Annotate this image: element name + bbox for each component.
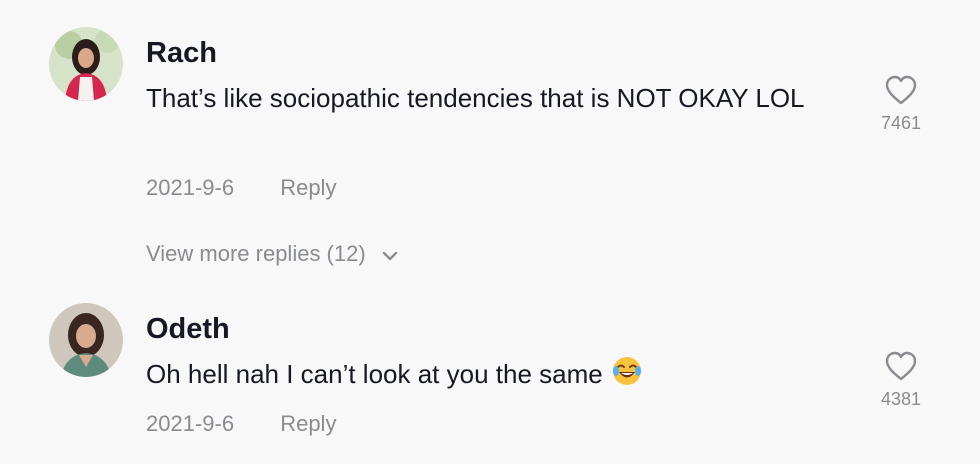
like-button[interactable]: 4381 — [868, 350, 934, 410]
comment-item: Odeth Oh hell nah I can’t look at you th… — [0, 290, 980, 464]
heart-icon — [885, 75, 917, 105]
face-with-tears-of-joy-icon — [611, 355, 643, 398]
reply-button[interactable]: Reply — [280, 174, 336, 202]
like-button[interactable]: 7461 — [868, 74, 934, 134]
comment-text: Oh hell nah I can’t look at you the same — [146, 354, 846, 398]
comment-text-content: Oh hell nah I can’t look at you the same — [146, 359, 603, 389]
like-count: 4381 — [880, 389, 922, 409]
avatar[interactable] — [49, 303, 123, 377]
comment-author[interactable]: Odeth — [146, 312, 230, 346]
comment-date: 2021-9-6 — [146, 175, 235, 200]
comment-text: That’s like sociopathic tendencies that … — [146, 83, 805, 113]
view-more-label: View more replies (12) — [146, 241, 366, 266]
comment-meta: 2021-9-6 Reply — [146, 174, 336, 202]
comment-item: Rach That’s like sociopathic tendencies … — [0, 0, 980, 230]
chevron-down-icon — [382, 241, 398, 269]
comment-meta: 2021-9-6 Reply — [146, 410, 336, 438]
comment-author[interactable]: Rach — [146, 36, 217, 70]
avatar[interactable] — [49, 27, 123, 101]
like-count: 7461 — [880, 113, 922, 133]
comment-date: 2021-9-6 — [146, 411, 235, 436]
view-more-replies-button[interactable]: View more replies (12) — [146, 240, 398, 269]
reply-button[interactable]: Reply — [280, 410, 336, 438]
heart-icon — [885, 351, 917, 381]
